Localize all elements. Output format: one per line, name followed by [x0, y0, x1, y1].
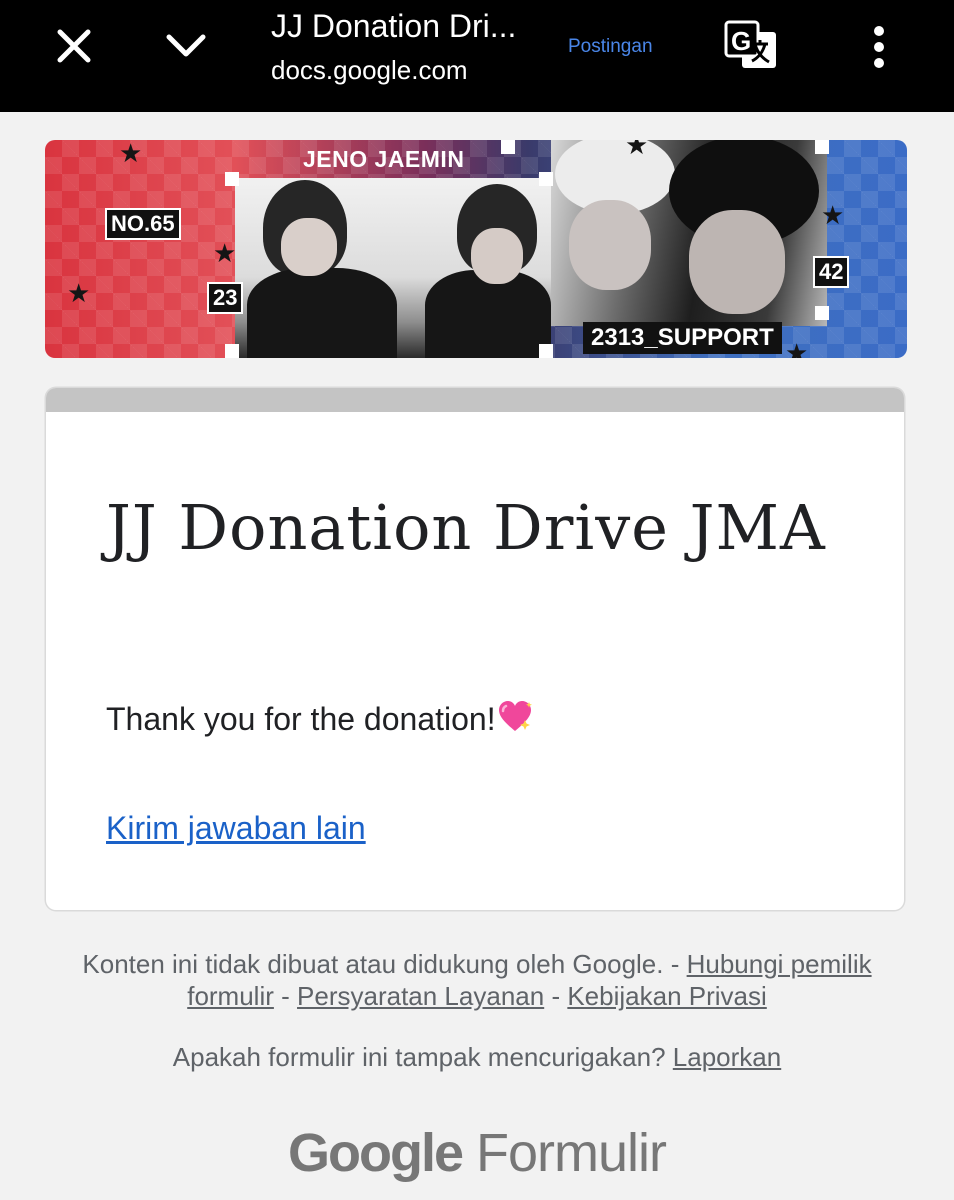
banner-right-number: 42 [813, 256, 850, 288]
brand-product: Formulir [476, 1123, 667, 1183]
frame-handle [815, 140, 829, 154]
banner-bottom-label: 2313_SUPPORT [583, 322, 782, 354]
page-url: docs.google.com [271, 55, 468, 85]
frame-handle [539, 344, 553, 358]
page-title: JJ Donation Dri... [271, 8, 517, 44]
star-icon: ★ [119, 140, 143, 168]
banner-photo-right [551, 140, 827, 326]
report-link[interactable]: Laporkan [673, 1042, 781, 1072]
banner-top-label: JENO JAEMIN [303, 146, 465, 172]
star-icon: ★ [67, 278, 91, 308]
confirmation-message-text: Thank you for the donation! [106, 701, 496, 737]
card-top-strip [46, 388, 904, 412]
chevron-down-icon[interactable] [164, 28, 208, 64]
frame-handle [501, 140, 515, 154]
form-header-banner: JENO JAEMIN NO.65 23 42 2313_SUPPORT ★ ★… [45, 140, 907, 358]
google-forms-logo[interactable]: Google Formulir [0, 1122, 954, 1184]
brand-google: Google [287, 1123, 464, 1183]
banner-left-number: 23 [207, 282, 244, 314]
submit-another-response-link[interactable]: Kirim jawaban lain [106, 810, 366, 847]
posting-link[interactable]: Postingan [568, 36, 653, 58]
browser-top-bar: JJ Donation Dri... docs.google.com Posti… [0, 0, 954, 112]
star-icon: ★ [213, 238, 237, 268]
more-vert-icon[interactable] [864, 24, 894, 70]
terms-link[interactable]: Persyaratan Layanan [297, 981, 544, 1011]
frame-handle [225, 344, 239, 358]
separator: - [551, 981, 561, 1011]
privacy-link[interactable]: Kebijakan Privasi [567, 981, 766, 1011]
frame-handle [539, 172, 553, 186]
frame-handle [815, 306, 829, 320]
sparkling-heart-icon [498, 701, 532, 731]
star-icon: ★ [625, 140, 649, 160]
report-question: Apakah formulir ini tampak mencurigakan? [172, 1042, 666, 1072]
separator: - [281, 981, 290, 1011]
banner-photo-left [235, 178, 551, 358]
form-title: JJ Donation Drive JMA [106, 491, 826, 564]
frame-handle [225, 172, 239, 186]
banner-left-label: NO.65 [105, 208, 181, 240]
translate-icon[interactable]: G [722, 18, 780, 74]
footer-disclaimer: Konten ini tidak dibuat atau didukung ol… [60, 948, 894, 1012]
star-icon: ★ [821, 200, 845, 230]
confirmation-message: Thank you for the donation! [106, 700, 532, 738]
footer-report: Apakah formulir ini tampak mencurigakan?… [0, 1042, 954, 1073]
close-icon[interactable] [52, 24, 96, 68]
disclaimer-text: Konten ini tidak dibuat atau didukung ol… [82, 949, 680, 979]
star-icon: ★ [785, 338, 809, 358]
form-confirmation-card: JJ Donation Drive JMA Thank you for the … [46, 388, 904, 910]
svg-text:G: G [731, 26, 751, 56]
